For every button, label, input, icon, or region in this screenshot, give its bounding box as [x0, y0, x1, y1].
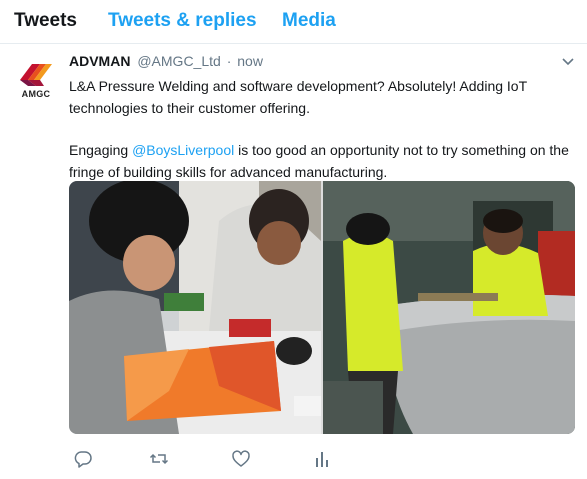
tweet-paragraph-2: Engaging @BoysLiverpool is too good an o… — [69, 139, 574, 183]
heart-icon[interactable] — [231, 449, 251, 469]
photo-laptop-workshop[interactable] — [69, 181, 321, 434]
photo-welding-pipe[interactable] — [323, 181, 575, 434]
avatar-label: AMGC — [21, 89, 51, 99]
amgc-logo — [20, 64, 52, 86]
user-handle[interactable]: @AMGC_Ltd — [137, 53, 220, 69]
avatar[interactable]: AMGC — [14, 58, 58, 102]
tweet[interactable]: AMGC ADVMAN @AMGC_Ltd · now L&A Pressure… — [0, 44, 587, 479]
text-prefix: Engaging — [69, 142, 133, 158]
mention-link[interactable]: @BoysLiverpool — [132, 142, 234, 158]
media-grid — [69, 181, 575, 434]
tab-media[interactable]: Media — [282, 10, 336, 32]
tweet-header: ADVMAN @AMGC_Ltd · now — [69, 53, 263, 73]
bar-chart-icon[interactable] — [312, 449, 332, 469]
tab-tweets-and-replies[interactable]: Tweets & replies — [108, 10, 257, 32]
tweet-timestamp[interactable]: now — [237, 53, 263, 69]
tweet-text: L&A Pressure Welding and software develo… — [69, 75, 574, 183]
retweet-arrows-icon[interactable] — [149, 449, 169, 469]
tweet-paragraph-1: L&A Pressure Welding and software develo… — [69, 78, 527, 116]
chevron-down-icon[interactable] — [561, 57, 575, 67]
display-name[interactable]: ADVMAN — [69, 53, 130, 69]
speech-bubble-icon[interactable] — [73, 449, 93, 469]
tab-tweets[interactable]: Tweets — [14, 10, 77, 32]
profile-tabs: Tweets Tweets & replies Media — [0, 0, 587, 44]
tweet-actions — [69, 449, 369, 469]
separator-dot: · — [226, 53, 232, 69]
